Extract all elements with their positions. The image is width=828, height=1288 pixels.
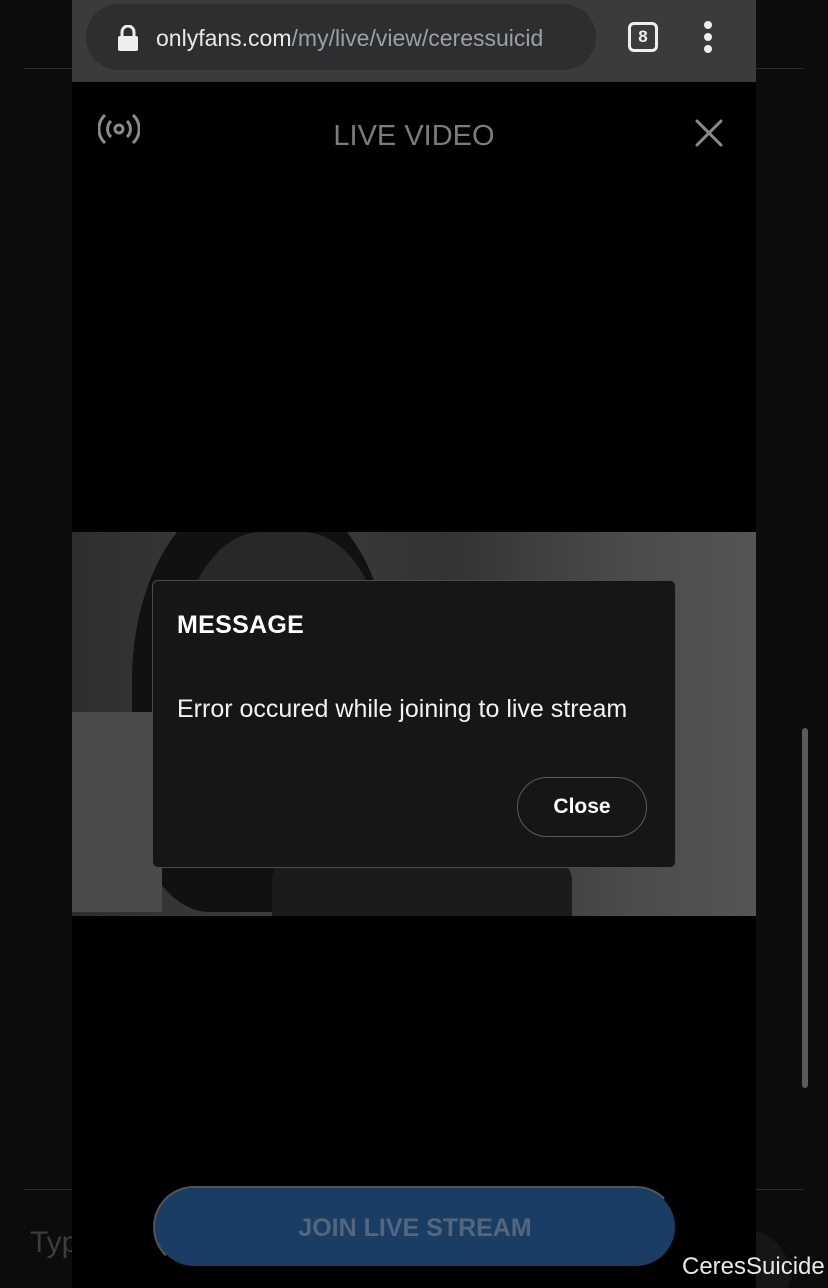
- url-path: /my/live/view/ceressuicid: [291, 25, 544, 51]
- close-icon[interactable]: [694, 118, 724, 148]
- url-text: onlyfans.com/my/live/view/ceressuicid: [156, 25, 586, 52]
- video-frame: MESSAGE Error occured while joining to l…: [72, 532, 756, 916]
- video-content: [72, 712, 162, 912]
- dialog-title: MESSAGE: [177, 611, 305, 639]
- address-bar: onlyfans.com/my/live/view/ceressuicid 8: [72, 0, 756, 82]
- join-live-stream-button[interactable]: JOIN LIVE STREAM: [153, 1186, 677, 1268]
- page-title: LIVE VIDEO: [333, 120, 495, 152]
- watermark: CeresSuicide: [682, 1253, 825, 1280]
- close-button[interactable]: Close: [517, 777, 647, 837]
- error-dialog: MESSAGE Error occured while joining to l…: [152, 580, 676, 868]
- dialog-message: Error occured while joining to live stre…: [177, 695, 628, 723]
- more-vert-icon[interactable]: [698, 20, 718, 54]
- lock-icon: [118, 25, 138, 51]
- tabs-icon[interactable]: 8: [628, 22, 658, 52]
- scrollbar[interactable]: [802, 728, 808, 1088]
- url-domain: onlyfans.com: [156, 25, 292, 51]
- url-field[interactable]: onlyfans.com/my/live/view/ceressuicid: [86, 4, 596, 70]
- live-header: LIVE VIDEO: [72, 82, 756, 192]
- browser-window: onlyfans.com/my/live/view/ceressuicid 8 …: [72, 0, 756, 1288]
